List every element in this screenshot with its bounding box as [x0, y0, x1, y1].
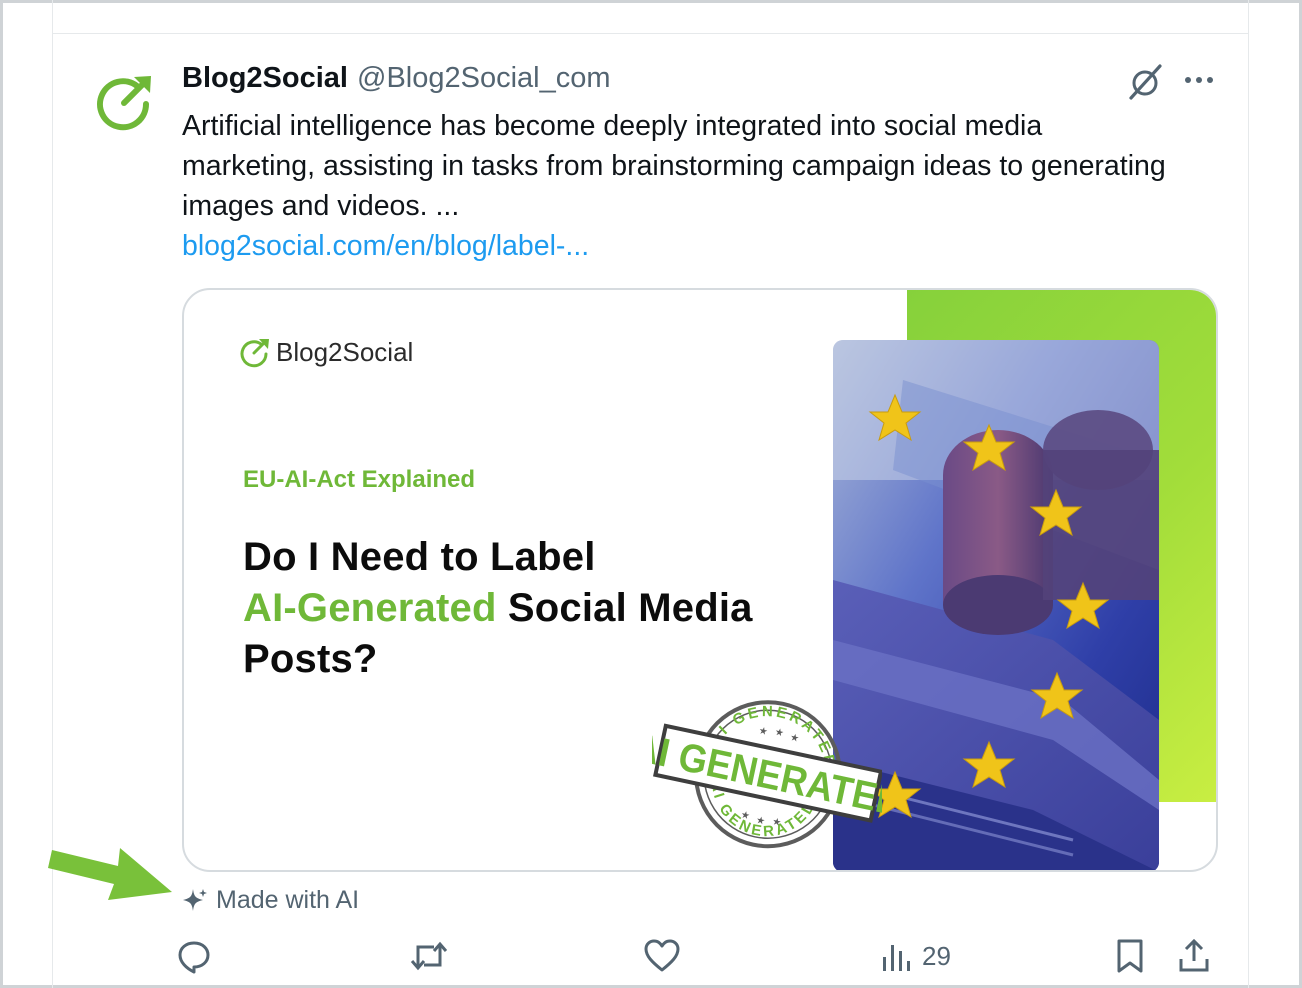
- display-name[interactable]: Blog2Social: [182, 62, 348, 95]
- svg-text:★: ★: [758, 725, 769, 738]
- media-card[interactable]: Blog2Social EU-AI-Act Explained Do I Nee…: [182, 288, 1218, 872]
- headline-line-2: AI-Generated Social Media: [243, 583, 843, 634]
- made-with-ai-label[interactable]: Made with AI: [182, 882, 359, 918]
- sparkle-icon: [183, 889, 207, 911]
- bookmark-button[interactable]: [1113, 936, 1147, 976]
- svg-text:★: ★: [774, 727, 785, 740]
- annotation-arrow-icon: [48, 848, 172, 900]
- bookmark-icon: [1117, 939, 1143, 973]
- blog2social-small-icon: [240, 339, 269, 368]
- card-brand: Blog2Social: [240, 336, 413, 368]
- blog2social-logo-icon[interactable]: [96, 70, 158, 132]
- stamp-main-text: AI GENERATED: [652, 725, 882, 826]
- post-link[interactable]: blog2social.com/en/blog/label-...: [182, 226, 1182, 266]
- divider: [52, 33, 1249, 34]
- made-with-ai-text: Made with AI: [216, 885, 360, 914]
- post-text: Artificial intelligence has become deepl…: [182, 106, 1182, 266]
- user-handle[interactable]: @Blog2Social_com: [357, 62, 611, 95]
- repost-icon: [410, 941, 448, 971]
- headline-highlight: AI-Generated: [243, 586, 497, 630]
- post-header: Blog2Social @Blog2Social_com: [182, 62, 611, 100]
- more-icon[interactable]: [1180, 62, 1220, 98]
- views-count: 29: [922, 940, 951, 971]
- card-headline: Do I Need to Label AI-Generated Social M…: [243, 532, 843, 685]
- like-button[interactable]: [643, 936, 681, 976]
- svg-text:★: ★: [789, 732, 800, 745]
- post-action-bar: 29: [0, 936, 1302, 980]
- headline-line-1: Do I Need to Label: [243, 535, 596, 579]
- post-body: Artificial intelligence has become deepl…: [182, 110, 1166, 222]
- reply-icon: [178, 941, 210, 974]
- repost-button[interactable]: [408, 936, 450, 976]
- share-button[interactable]: [1176, 936, 1212, 976]
- ai-generated-stamp: AI GENERATED AI GENERATED ★ ★ ★ ★ ★ ★ AI…: [652, 690, 882, 851]
- like-icon: [644, 939, 680, 972]
- grok-icon[interactable]: [1126, 62, 1166, 102]
- reply-button[interactable]: [175, 936, 213, 976]
- headline-line-2-rest: Social Media: [507, 586, 753, 630]
- views-button[interactable]: 29: [880, 936, 951, 976]
- card-eyebrow: EU-AI-Act Explained: [243, 466, 476, 493]
- card-brand-name: Blog2Social: [276, 336, 414, 367]
- share-icon: [1179, 938, 1209, 972]
- views-icon: [883, 945, 910, 971]
